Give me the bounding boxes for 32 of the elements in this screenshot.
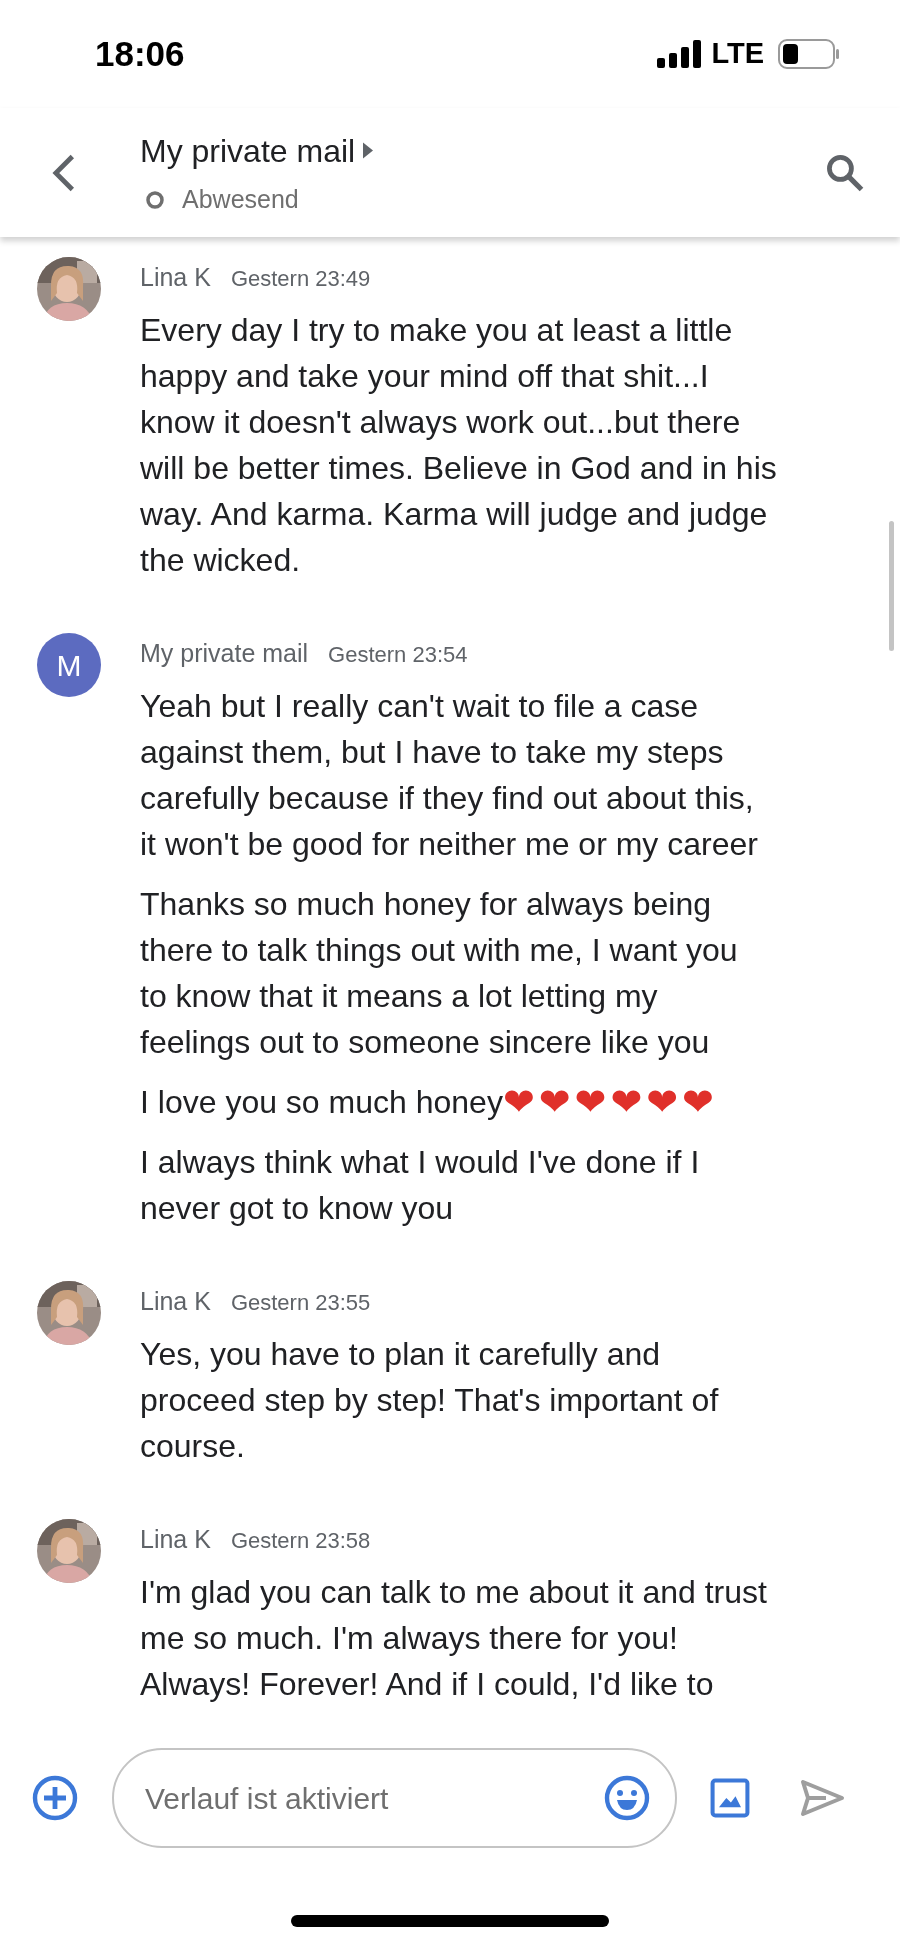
presence-status: Abwesend	[182, 183, 299, 215]
heart-emoji: ❤❤❤❤❤❤	[502, 1079, 718, 1125]
message-time: Gestern 23:55	[230, 1289, 371, 1317]
add-button[interactable]	[30, 1773, 80, 1823]
message-field[interactable]: Verlauf ist aktiviert	[112, 1748, 677, 1848]
image-icon	[708, 1776, 752, 1820]
chat-title[interactable]: My private mail	[140, 126, 356, 175]
add-icon	[31, 1774, 79, 1822]
message-time: Gestern 23:58	[230, 1527, 371, 1555]
sender-name: My private mail	[140, 638, 309, 669]
message-time: Gestern 23:49	[230, 265, 371, 293]
message-text: I'm glad you can talk to me about it and trust me so much. I'm always there for you! Always! Forever! And if I could, I'd like to	[140, 1573, 768, 1704]
message-text: I always think what I would I've done if I never got to know you	[140, 1143, 701, 1228]
battery-icon	[778, 39, 840, 69]
message-text: Yes, you have to plan it carefully and proceed step by step! That's important of course.	[140, 1335, 720, 1466]
status-time: 18:06	[95, 32, 185, 75]
emoji-icon[interactable]	[603, 1774, 651, 1822]
message-input[interactable]: Verlauf ist aktiviert	[145, 1775, 603, 1821]
network-label: LTE	[711, 36, 764, 72]
signal-icon	[657, 40, 702, 68]
message-time: Gestern 23:54	[328, 641, 468, 669]
scrollbar[interactable]	[889, 521, 894, 651]
avatar: M	[37, 633, 101, 697]
message-text: Every day I try to make you at least a little happy and take your mind off that shit...I know it doesn't always work out...but there will be better times. Believe in God and in his way. And karma. Karma will judge and judge the wicked.	[140, 311, 778, 580]
status-ring-icon	[145, 189, 165, 210]
sender-name: Lina K	[140, 1286, 211, 1317]
message-text: Yeah but I really can't wait to file a case against them, but I have to take my steps carefully because if they find out about this, it won't be good for neither me or my career	[140, 687, 759, 864]
caret-icon	[363, 142, 374, 160]
message-text: Thanks so much honey for always being there to talk things out with me, I want you to know that it means a lot letting my feelings out to someone sincere like you	[140, 885, 739, 1062]
message-text: I love you so much honey	[140, 1083, 503, 1122]
sender-name: Lina K	[140, 1524, 211, 1555]
sender-name: Lina K	[140, 262, 211, 293]
